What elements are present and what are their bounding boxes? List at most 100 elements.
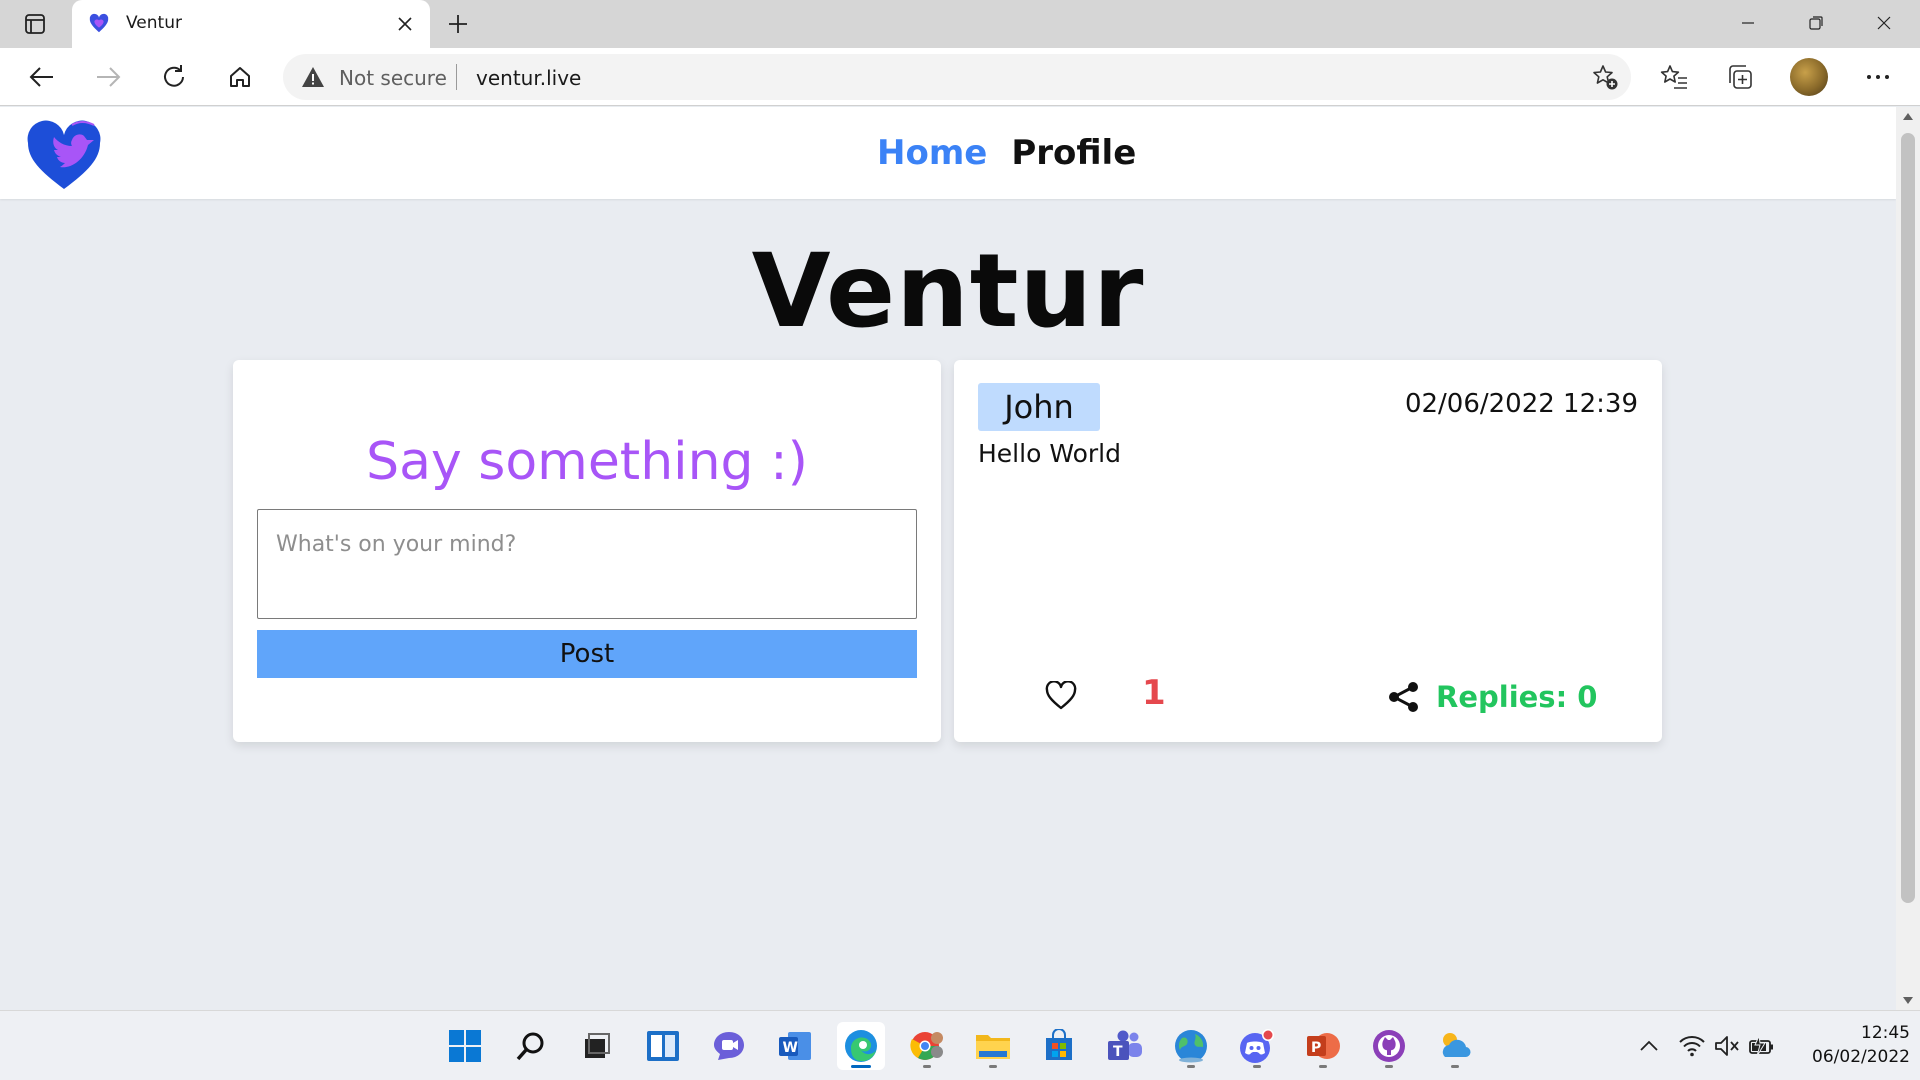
scroll-down-arrow-icon[interactable] [1903, 997, 1913, 1004]
chrome-open-indicator [923, 1065, 931, 1068]
widgets-icon [647, 1031, 679, 1061]
github-desktop-button[interactable] [1365, 1022, 1413, 1070]
taskbar-search-button[interactable] [507, 1022, 555, 1070]
warning-icon [302, 67, 324, 87]
powerpoint-open-indicator [1319, 1065, 1327, 1068]
github-open-indicator [1385, 1065, 1393, 1068]
edge-active-indicator [851, 1065, 871, 1068]
scroll-up-arrow-icon[interactable] [1903, 113, 1913, 120]
word-app-button[interactable]: W [771, 1022, 819, 1070]
back-button[interactable] [22, 57, 62, 97]
like-count: 1 [1142, 673, 1166, 713]
globe-icon [1175, 1030, 1207, 1063]
file-explorer-button[interactable] [969, 1022, 1017, 1070]
microsoft-store-button[interactable] [1035, 1022, 1083, 1070]
powerpoint-icon: P [1307, 1033, 1340, 1059]
page-title: Ventur [751, 232, 1145, 351]
chat-icon [714, 1032, 744, 1060]
taskbar-clock[interactable]: 12:45 06/02/2022 [1790, 1021, 1910, 1069]
search-icon [516, 1032, 544, 1061]
globe-open-indicator [1187, 1065, 1195, 1068]
clock-time: 12:45 [1861, 1023, 1910, 1043]
chevron-up-icon [1640, 1040, 1658, 1051]
svg-text:T: T [1113, 1044, 1123, 1060]
edge-icon [845, 1030, 877, 1062]
favorites-button[interactable] [1654, 57, 1694, 97]
battery-charging-icon [1749, 1035, 1773, 1057]
weather-app-button[interactable] [1431, 1022, 1479, 1070]
start-button[interactable] [441, 1022, 489, 1070]
scroll-thumb[interactable] [1901, 133, 1915, 903]
show-hidden-icons-button[interactable] [1634, 1031, 1664, 1061]
profile-avatar[interactable] [1790, 58, 1828, 96]
volume-button[interactable] [1712, 1031, 1742, 1061]
site-header: Home Profile [0, 107, 1896, 199]
folder-icon [976, 1035, 1010, 1059]
like-button[interactable] [1042, 678, 1080, 714]
edge-app-button[interactable] [837, 1022, 885, 1070]
word-icon: W [779, 1032, 811, 1060]
home-button[interactable] [220, 57, 260, 97]
chat-button[interactable] [705, 1022, 753, 1070]
refresh-button[interactable] [154, 57, 194, 97]
collections-icon [1729, 65, 1752, 89]
close-window-button[interactable] [1850, 0, 1918, 46]
widgets-button[interactable] [639, 1022, 687, 1070]
nav-home-link[interactable]: Home [877, 133, 987, 173]
post-author-badge[interactable]: John [978, 383, 1100, 431]
page-viewport: Home Profile Ventur Say something :) Pos… [0, 107, 1896, 1010]
post-textarea[interactable] [257, 509, 917, 619]
home-icon [230, 67, 250, 87]
clock-date: 06/02/2022 [1812, 1047, 1910, 1067]
new-tab-button[interactable] [442, 8, 474, 40]
minimize-button[interactable] [1714, 0, 1782, 46]
post-card: John 02/06/2022 12:39 Hello World 1 Repl… [954, 360, 1662, 742]
nav-profile-link[interactable]: Profile [1011, 133, 1136, 173]
weather-open-indicator [1451, 1065, 1459, 1068]
url-text[interactable]: ventur.live [476, 66, 581, 90]
browser-tab[interactable]: Ventur [72, 0, 430, 48]
powerpoint-app-button[interactable]: P [1299, 1022, 1347, 1070]
explorer-open-indicator [989, 1065, 997, 1068]
heart-favicon-icon [89, 13, 109, 33]
discord-app-button[interactable] [1233, 1022, 1281, 1070]
wifi-icon [1679, 1036, 1705, 1057]
windows-start-icon [449, 1030, 481, 1062]
favorites-list-icon [1660, 65, 1687, 89]
replies-count[interactable]: Replies: 0 [1436, 680, 1597, 714]
ventur-logo-icon[interactable] [26, 115, 106, 193]
settings-more-button[interactable] [1858, 57, 1898, 97]
address-bar[interactable]: Not secure ventur.live [283, 54, 1631, 100]
tab-close-button[interactable] [390, 9, 420, 39]
page-scrollbar[interactable] [1896, 107, 1920, 1010]
task-view-button[interactable] [573, 1022, 621, 1070]
security-label[interactable]: Not secure [339, 66, 447, 90]
discord-icon [1240, 1029, 1274, 1063]
weather-icon [1442, 1033, 1471, 1058]
teams-icon: T [1108, 1030, 1142, 1060]
battery-button[interactable] [1747, 1031, 1777, 1061]
close-icon [398, 17, 412, 31]
globe-app-button[interactable] [1167, 1022, 1215, 1070]
chrome-icon [910, 1032, 943, 1060]
add-favorite-button[interactable] [1587, 59, 1623, 95]
forward-button[interactable] [88, 57, 128, 97]
post-button[interactable]: Post [257, 630, 917, 678]
restore-icon [1809, 16, 1823, 30]
tab-title: Ventur [126, 13, 182, 33]
wifi-status-button[interactable] [1677, 1031, 1707, 1061]
tab-actions-button[interactable] [18, 9, 52, 39]
store-icon [1046, 1029, 1072, 1060]
collections-button[interactable] [1720, 57, 1760, 97]
tab-strip: Ventur [0, 0, 1920, 48]
arrow-right-icon [97, 67, 121, 87]
heart-icon [1045, 681, 1077, 710]
chrome-app-button[interactable] [903, 1022, 951, 1070]
restore-button[interactable] [1782, 0, 1850, 46]
minimize-icon [1742, 22, 1754, 24]
main-nav: Home Profile [877, 133, 1136, 173]
address-separator [456, 64, 457, 90]
share-icon[interactable] [1387, 680, 1421, 714]
teams-app-button[interactable]: T [1101, 1022, 1149, 1070]
volume-muted-icon [1715, 1036, 1739, 1056]
